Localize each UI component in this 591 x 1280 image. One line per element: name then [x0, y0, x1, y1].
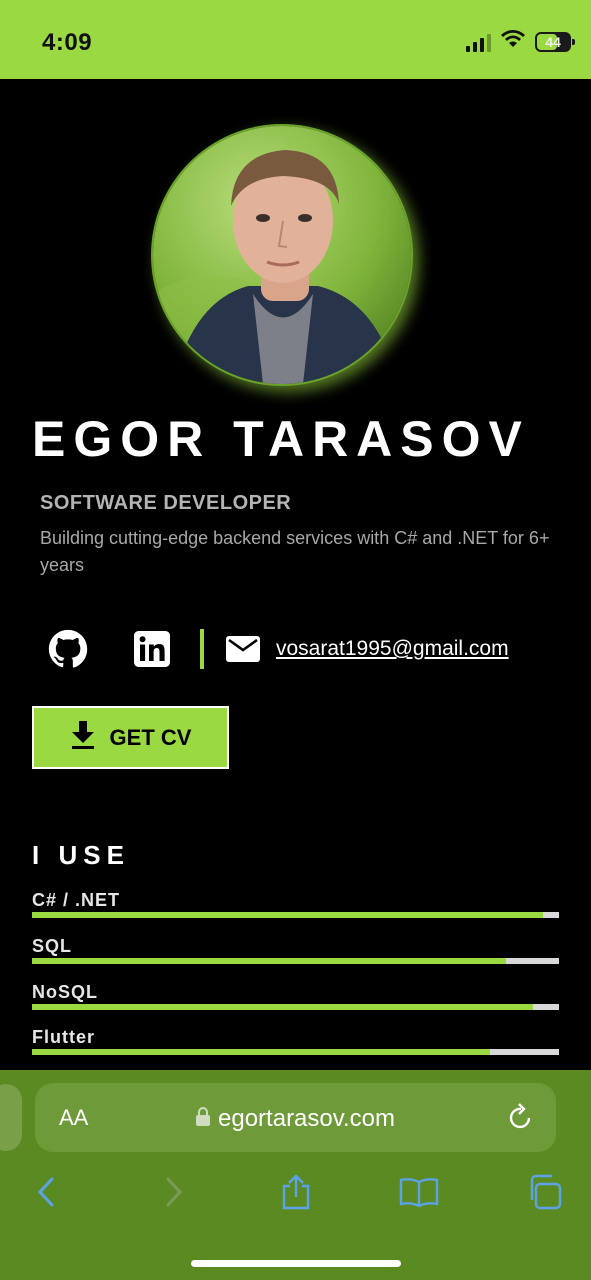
skill-label: C# / .NET — [32, 890, 121, 910]
status-icons: 44 — [466, 30, 575, 53]
bookmarks-icon[interactable] — [397, 1170, 441, 1214]
download-icon — [70, 720, 96, 755]
skill-fill — [32, 958, 507, 964]
back-icon[interactable] — [24, 1170, 68, 1214]
skill-item: NoSQL — [32, 982, 559, 1010]
status-time: 4:09 — [42, 29, 93, 56]
skill-label: Flutter — [32, 1027, 95, 1047]
skill-item: Flutter — [32, 1027, 559, 1055]
contact-divider — [200, 629, 204, 669]
previous-tab-preview[interactable] — [0, 1084, 22, 1151]
skill-label: NoSQL — [32, 982, 98, 1002]
linkedin-icon[interactable] — [134, 631, 170, 667]
share-icon[interactable] — [274, 1170, 318, 1214]
address-bar[interactable]: AA egortarasov.com — [35, 1083, 556, 1152]
profile-tagline: Building cutting-edge backend services w… — [40, 528, 550, 575]
browser-chrome: AA egortarasov.com — [0, 1070, 591, 1280]
email-link[interactable]: vosarat1995@gmail.com — [276, 637, 509, 661]
forward-icon[interactable] — [152, 1170, 196, 1214]
mail-icon[interactable] — [226, 636, 260, 662]
github-icon[interactable] — [48, 629, 88, 669]
skill-item: SQL — [32, 936, 559, 964]
skill-bar — [32, 1004, 559, 1010]
profile-role: SOFTWARE DEVELOPER — [40, 492, 292, 514]
url-display[interactable]: egortarasov.com — [35, 1105, 556, 1133]
lock-icon — [196, 1105, 211, 1133]
skill-fill — [32, 912, 544, 918]
skill-label: SQL — [32, 936, 73, 956]
get-cv-label: GET CV — [109, 724, 192, 750]
wifi-icon — [501, 30, 525, 53]
skill-bar — [32, 958, 559, 964]
get-cv-button[interactable]: GET CV — [32, 706, 229, 769]
skill-bar — [32, 1049, 559, 1055]
battery-level: 44 — [545, 33, 561, 50]
skills-title: I USE — [32, 840, 130, 870]
skill-item: C# / .NET — [32, 890, 559, 918]
profile-name: EGOR TARASOV — [32, 411, 530, 467]
avatar — [153, 126, 411, 384]
skill-bar — [32, 912, 559, 918]
signal-icon — [466, 32, 491, 52]
home-indicator[interactable] — [191, 1260, 401, 1267]
reload-icon[interactable] — [508, 1103, 534, 1136]
battery-icon: 44 — [535, 31, 575, 52]
url-text: egortarasov.com — [218, 1105, 395, 1132]
contacts-row: vosarat1995@gmail.com — [48, 624, 509, 674]
tabs-icon[interactable] — [522, 1170, 566, 1214]
browser-toolbar — [0, 1170, 591, 1214]
status-bar: 4:09 44 — [0, 0, 591, 79]
skill-fill — [32, 1004, 533, 1010]
skill-fill — [32, 1049, 491, 1055]
